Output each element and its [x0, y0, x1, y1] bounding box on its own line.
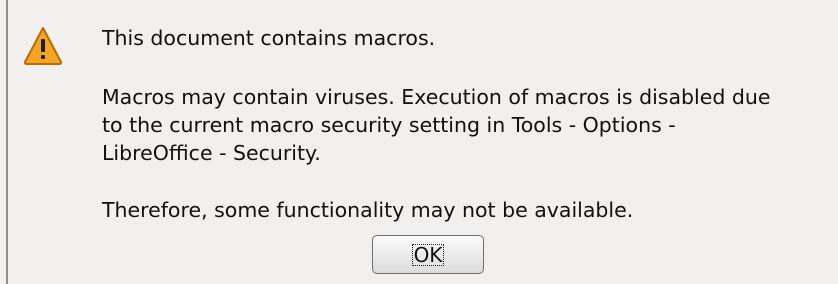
message-line: to the current macro security setting in…	[102, 113, 676, 137]
message-line: LibreOffice - Security.	[102, 141, 321, 165]
window-left-border	[0, 0, 8, 284]
ok-button-label: OK	[411, 242, 445, 267]
dialog-message: Macros may contain viruses. Execution of…	[102, 83, 837, 167]
message-line: Macros may contain viruses. Execution of…	[102, 85, 771, 109]
ok-button[interactable]: OK	[372, 235, 484, 274]
macro-warning-dialog: This document contains macros. Macros ma…	[0, 0, 838, 284]
dialog-title: This document contains macros.	[102, 26, 436, 50]
warning-icon	[22, 25, 64, 67]
dialog-note: Therefore, some functionality may not be…	[102, 198, 634, 222]
